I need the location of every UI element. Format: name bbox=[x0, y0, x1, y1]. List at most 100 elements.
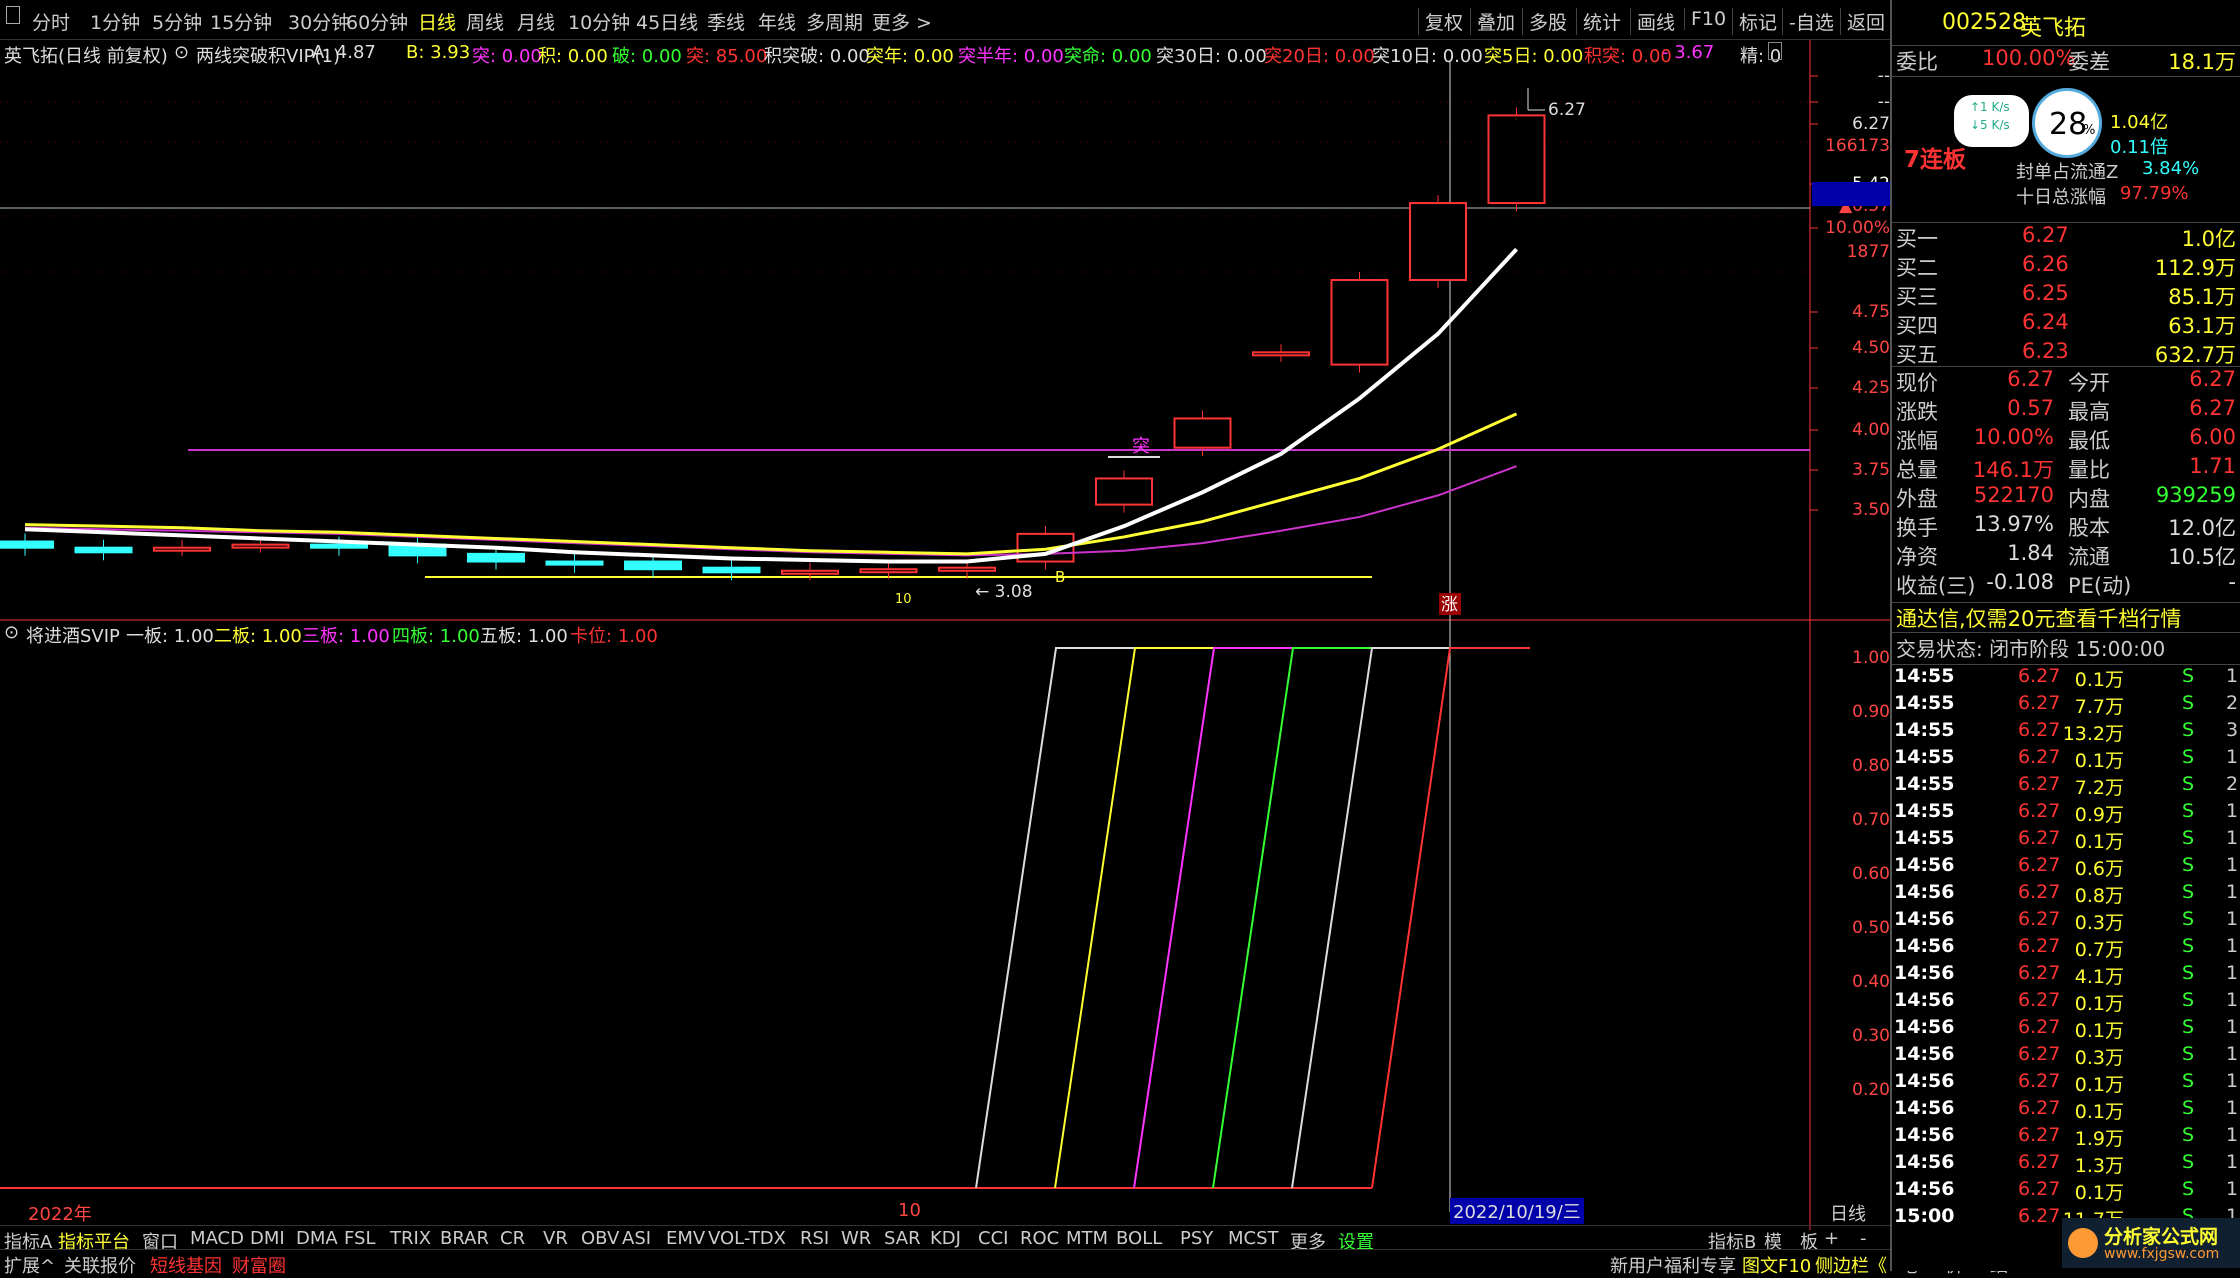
toolbar-btn-1[interactable]: 叠加 bbox=[1470, 8, 1515, 35]
period-tab-8[interactable]: 月线 bbox=[517, 8, 555, 35]
tick-row: 14:56 6.27 0.6万 S 1 bbox=[1892, 854, 2240, 881]
period-tab-3[interactable]: 15分钟 bbox=[210, 8, 272, 35]
sidebar-link[interactable]: 侧边栏《 bbox=[1815, 1252, 1887, 1278]
sub-indicator-name[interactable]: 将进酒SVIP bbox=[26, 622, 120, 648]
tick-volume: 0.1万 bbox=[2074, 1020, 2124, 1042]
period-tab-12[interactable]: 年线 bbox=[758, 8, 796, 35]
toolbar-btn-0[interactable]: 复权 bbox=[1418, 8, 1463, 35]
buy-levels: 买一 6.27 1.0亿 买二 6.26 112.9万 买三 6.25 85.1万 买四 6.24 6… bbox=[1892, 222, 2240, 367]
indicator-tab-18[interactable]: KDJ bbox=[930, 1228, 961, 1249]
candle bbox=[1487, 114, 1546, 205]
period-tab-0[interactable]: 分时 bbox=[32, 8, 70, 35]
indicator-tab-19[interactable]: CCI bbox=[978, 1228, 1008, 1249]
indicator-tab-10[interactable]: VR bbox=[543, 1228, 568, 1249]
stat-value: 6.27 bbox=[2189, 396, 2236, 420]
indicator-tab-24[interactable]: MCST bbox=[1228, 1228, 1279, 1249]
indicator-tab-9[interactable]: CR bbox=[500, 1228, 525, 1249]
period-tab-10[interactable]: 45日线 bbox=[636, 8, 698, 35]
bottom-link-3[interactable]: 财富圈 bbox=[232, 1252, 286, 1278]
tick-time: 14:55 bbox=[1894, 746, 1955, 768]
ad-link[interactable]: 通达信,仅需20元查看千档行情 bbox=[1892, 602, 2240, 632]
board-line-0 bbox=[975, 647, 1135, 1189]
period-tab-5[interactable]: 60分钟 bbox=[346, 8, 408, 35]
tick-row: 14:56 6.27 0.7万 S 1 bbox=[1892, 935, 2240, 962]
indicator-tab-16[interactable]: WR bbox=[841, 1228, 871, 1249]
tick-count: 3 bbox=[2226, 719, 2239, 741]
toolbar-btn-4[interactable]: 画线 bbox=[1630, 8, 1675, 35]
tick-side: S bbox=[2182, 746, 2195, 768]
period-tab-14[interactable]: 更多 > bbox=[872, 8, 932, 35]
shiri-label: 十日总涨幅 bbox=[2016, 187, 2106, 208]
price-tick-12: 3.75 bbox=[1852, 460, 1890, 480]
indicator-tab-7[interactable]: TRIX bbox=[390, 1228, 431, 1249]
sub-indicator-row: ⊙ 将进酒SVIP 一板: 1.00 二板: 1.00 三板: 1.00 四板: 1.… bbox=[0, 620, 1810, 650]
indicator-tab-6[interactable]: FSL bbox=[344, 1228, 376, 1249]
right-tab-4[interactable]: - bbox=[1860, 1228, 1867, 1249]
bottom-link-1[interactable]: 关联报价 bbox=[64, 1252, 136, 1278]
period-tab-1[interactable]: 1分钟 bbox=[90, 8, 140, 35]
buy-volume: 85.1万 bbox=[2168, 285, 2236, 309]
tick-side: S bbox=[2182, 1178, 2195, 1200]
buy-label: 买五 bbox=[1896, 343, 1938, 367]
toolbar-btn-7[interactable]: -自选 bbox=[1782, 8, 1834, 35]
toolbar-btn-6[interactable]: 标记 bbox=[1732, 8, 1777, 35]
indicator-tab-13[interactable]: EMV bbox=[666, 1228, 705, 1249]
period-label[interactable]: 日线 bbox=[1830, 1200, 1866, 1226]
buy-row: 买四 6.24 63.1万 bbox=[1892, 310, 2240, 338]
tick-price: 6.27 bbox=[2018, 854, 2061, 876]
promo-link[interactable]: 新用户福利专享 bbox=[1610, 1252, 1736, 1278]
period-tab-4[interactable]: 30分钟 bbox=[288, 8, 350, 35]
period-tab-2[interactable]: 5分钟 bbox=[152, 8, 202, 35]
tick-count: 1 bbox=[2226, 908, 2239, 930]
buy-label: 买一 bbox=[1896, 227, 1938, 251]
tick-price: 6.27 bbox=[2018, 1097, 2061, 1119]
tick-price: 6.27 bbox=[2018, 1151, 2061, 1173]
tick-time: 14:56 bbox=[1894, 1097, 1955, 1119]
tick-price: 6.27 bbox=[2018, 1043, 2061, 1065]
toggle-icon[interactable] bbox=[6, 6, 20, 24]
toolbar-btn-3[interactable]: 统计 bbox=[1576, 8, 1621, 35]
indicator-tab-22[interactable]: BOLL bbox=[1116, 1228, 1162, 1249]
period-tab-9[interactable]: 10分钟 bbox=[568, 8, 630, 35]
tick-row: 14:55 6.27 0.1万 S 1 bbox=[1892, 827, 2240, 854]
indicator-tab-4[interactable]: DMI bbox=[250, 1228, 285, 1249]
indicator-tab-3[interactable]: MACD bbox=[190, 1228, 244, 1249]
indicator-tab-11[interactable]: OBV bbox=[581, 1228, 619, 1249]
price-tick-6: 10.00% bbox=[1825, 218, 1890, 238]
indicator-tab-20[interactable]: ROC bbox=[1020, 1228, 1059, 1249]
stat-value: 13.97% bbox=[1973, 512, 2054, 536]
indicator-tab-23[interactable]: PSY bbox=[1180, 1228, 1213, 1249]
right-tab-3[interactable]: + bbox=[1824, 1228, 1839, 1249]
tick-price: 6.27 bbox=[2018, 746, 2061, 768]
sub-tick-6: 0.40 bbox=[1852, 972, 1890, 992]
indicator-tab-21[interactable]: MTM bbox=[1066, 1228, 1108, 1249]
indicator-tab-12[interactable]: ASI bbox=[622, 1228, 651, 1249]
indicator-tab-14[interactable]: VOL-TDX bbox=[708, 1228, 786, 1249]
tick-count: 2 bbox=[2226, 692, 2239, 714]
toolbar-btn-5[interactable]: F10 bbox=[1684, 8, 1726, 30]
buy-price: 6.27 bbox=[2022, 223, 2069, 247]
weibi-value: 100.00% bbox=[1982, 46, 2076, 70]
toolbar-btn-8[interactable]: 返回 bbox=[1840, 8, 1885, 35]
sub-tick-3: 0.70 bbox=[1852, 810, 1890, 830]
f10-link[interactable]: 图文F10 bbox=[1742, 1252, 1811, 1278]
indicator-tab-8[interactable]: BRAR bbox=[440, 1228, 489, 1249]
indicator-tab-15[interactable]: RSI bbox=[800, 1228, 829, 1249]
period-tab-13[interactable]: 多周期 bbox=[806, 8, 863, 35]
period-tab-11[interactable]: 季线 bbox=[707, 8, 745, 35]
settings-icon[interactable]: ⊙ bbox=[4, 622, 19, 643]
stat-label: 最高 bbox=[2068, 400, 2110, 424]
indicator-tab-5[interactable]: DMA bbox=[296, 1228, 338, 1249]
bottom-link-0[interactable]: 扩展^ bbox=[4, 1252, 55, 1278]
stat-value: 1.84 bbox=[2007, 541, 2054, 565]
tick-time: 14:56 bbox=[1894, 935, 1955, 957]
tick-count: 1 bbox=[2226, 1070, 2239, 1092]
sub-tick-7: 0.30 bbox=[1852, 1026, 1890, 1046]
period-tab-6[interactable]: 日线 bbox=[418, 8, 456, 35]
indicator-tab-17[interactable]: SAR bbox=[884, 1228, 921, 1249]
bottom-link-2[interactable]: 短线基因 bbox=[150, 1252, 222, 1278]
period-tab-7[interactable]: 周线 bbox=[466, 8, 504, 35]
toolbar-btn-2[interactable]: 多股 bbox=[1522, 8, 1567, 35]
sub-param-4: 五板: 1.00 bbox=[480, 626, 568, 647]
tick-row: 14:55 6.27 0.1万 S 1 bbox=[1892, 746, 2240, 773]
